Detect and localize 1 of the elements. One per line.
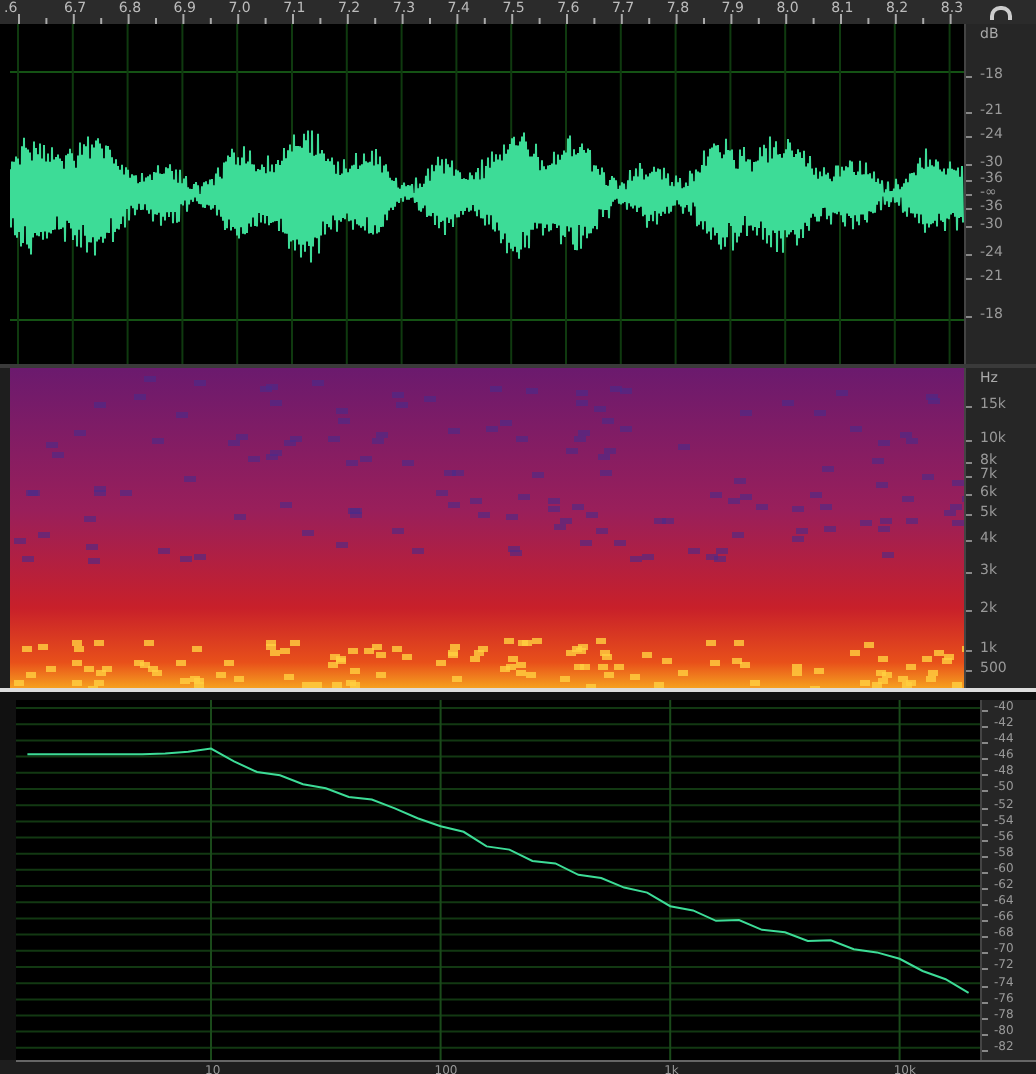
headphones-icon[interactable] [989, 5, 1011, 19]
